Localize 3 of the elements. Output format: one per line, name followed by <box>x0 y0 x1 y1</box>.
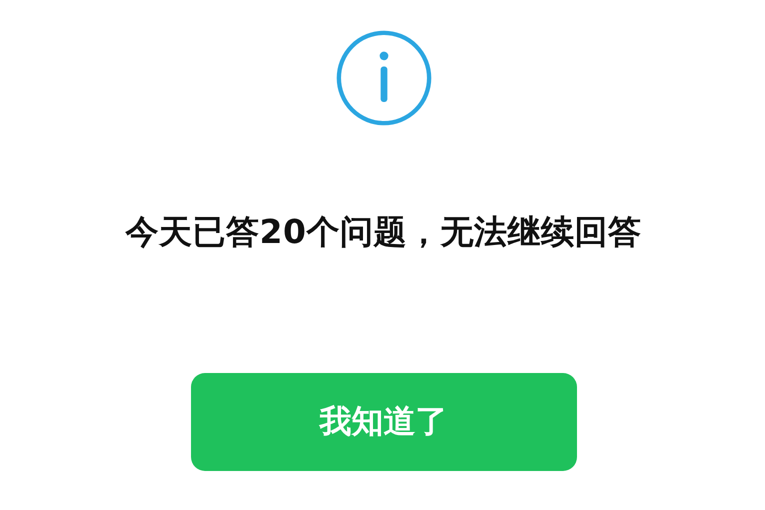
info-icon <box>336 30 432 126</box>
dialog-message: 今天已答20个问题，无法继续回答 <box>126 211 642 253</box>
confirm-button[interactable]: 我知道了 <box>190 373 576 471</box>
